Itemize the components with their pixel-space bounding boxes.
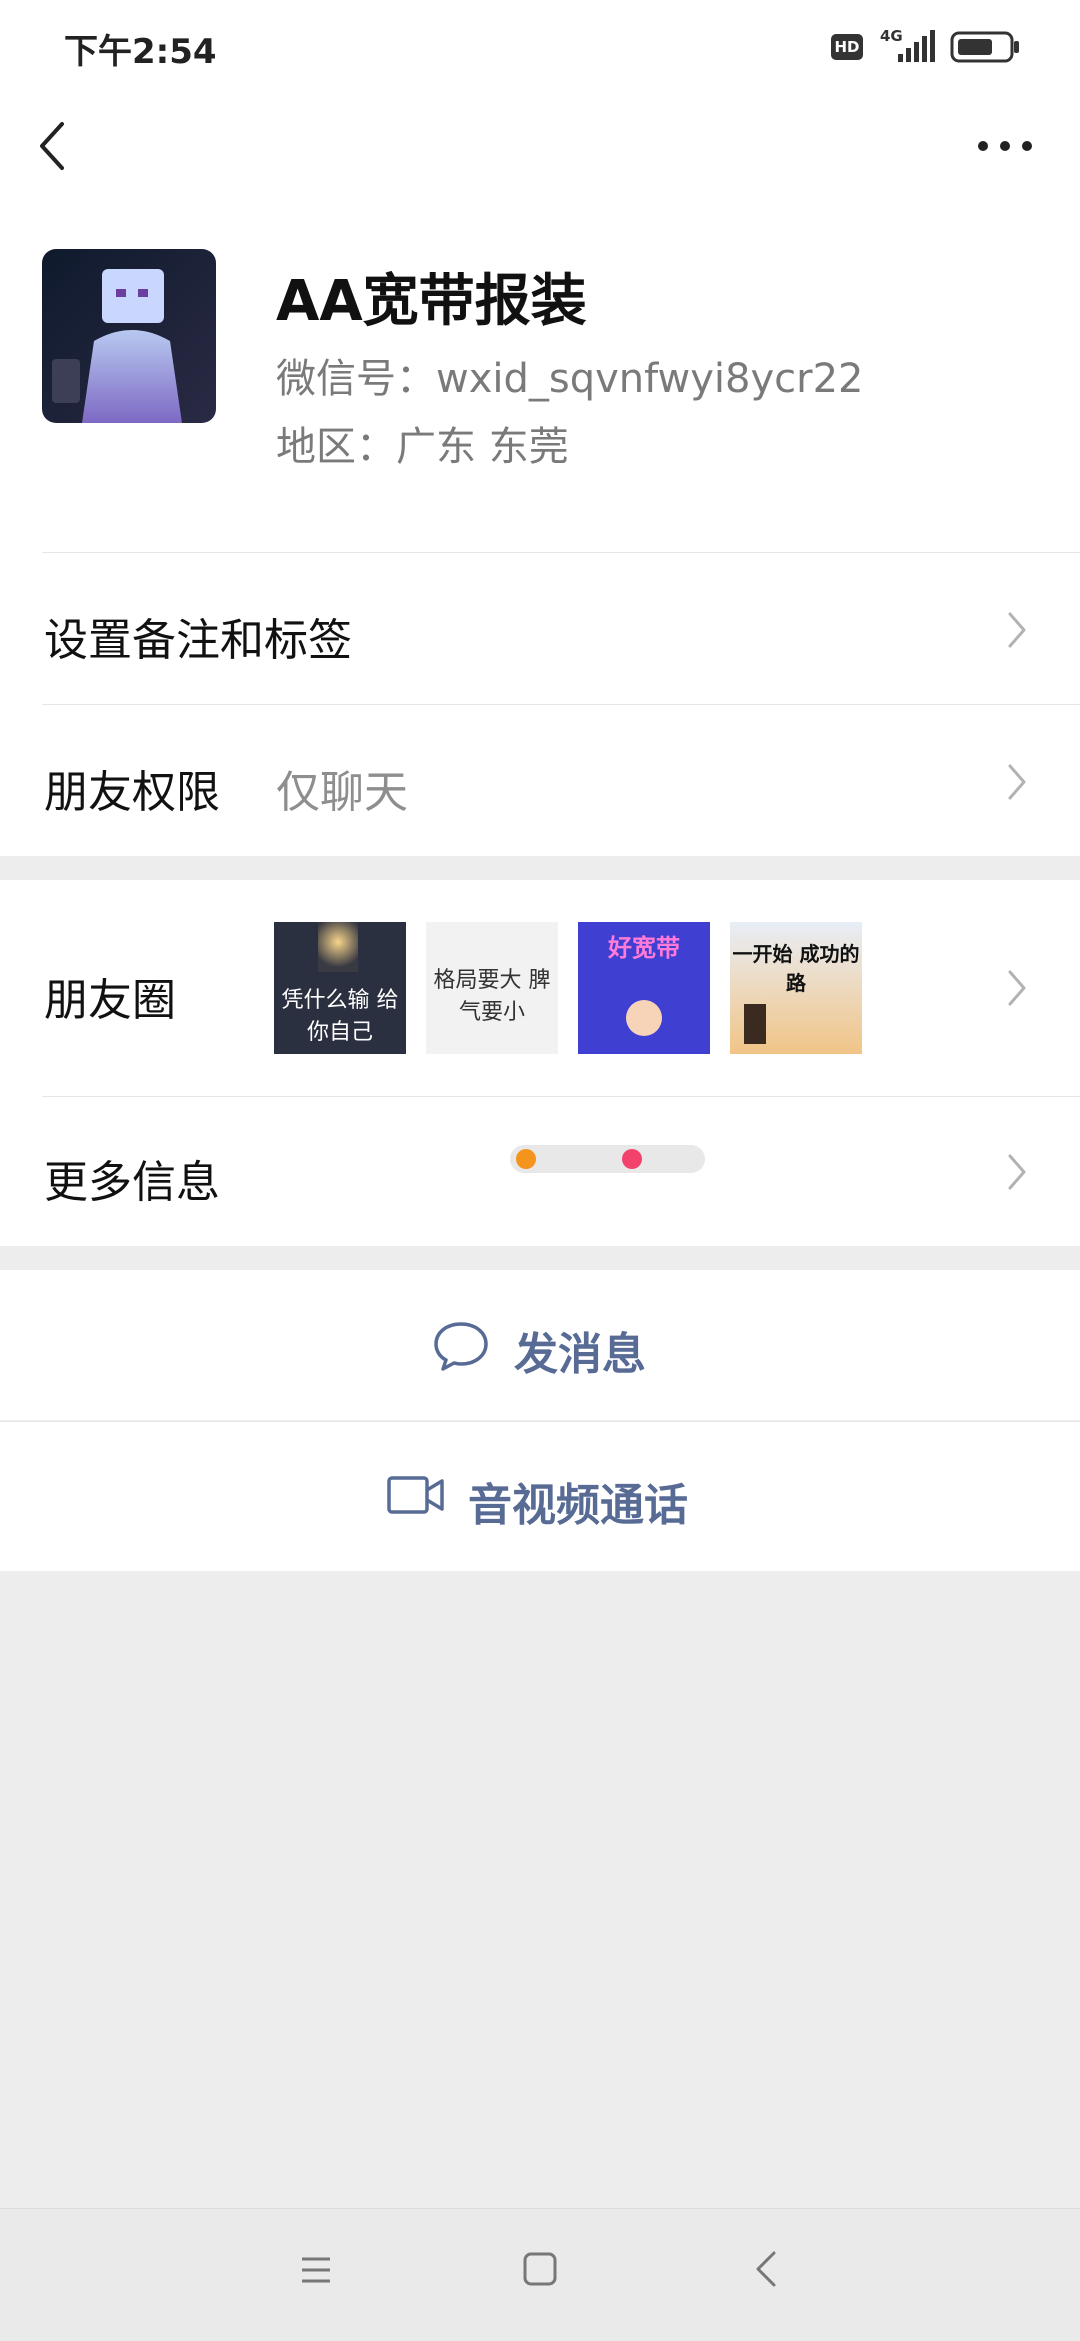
divider — [0, 1421, 1080, 1422]
send-message-button[interactable]: 发消息 — [0, 1270, 1080, 1420]
system-navigation-bar — [0, 2208, 1080, 2341]
moments-row[interactable]: 朋友圈 凭什么输 给你自己 格局要大 脾气要小 好宽带 一开始 成功的路 — [0, 880, 1080, 1096]
chevron-right-icon — [1008, 970, 1026, 1006]
divider — [42, 1096, 1080, 1097]
moments-label: 朋友圈 — [44, 975, 176, 1026]
divider — [42, 552, 1080, 553]
moments-thumb-text: 格局要大 脾气要小 — [433, 968, 551, 1025]
chevron-right-icon — [1008, 612, 1026, 648]
hd-badge: HD — [831, 34, 863, 60]
video-call-button[interactable]: 音视频通话 — [0, 1421, 1080, 1571]
more-info-badge — [510, 1145, 705, 1173]
contact-name: AA宽带报装 — [276, 269, 587, 334]
chevron-left-icon[interactable] — [34, 116, 74, 176]
chat-bubble-icon — [434, 1322, 488, 1371]
contact-profile-screen: 下午2:54 HD 4G AA宽带报装 微信号：wxid_sqvnfwyi8yc… — [0, 0, 1080, 2341]
friend-permission-row[interactable]: 朋友权限 仅聊天 — [0, 704, 1080, 856]
wechat-id: 微信号：wxid_sqvnfwyi8ycr22 — [276, 356, 864, 402]
more-info-label: 更多信息 — [44, 1157, 220, 1208]
moments-thumb: 格局要大 脾气要小 — [426, 922, 558, 1054]
cellular-signal-icon — [898, 30, 935, 62]
chevron-right-icon — [1008, 1154, 1026, 1190]
remark-tags-row[interactable]: 设置备注和标签 — [0, 552, 1080, 704]
remark-tags-label: 设置备注和标签 — [44, 615, 352, 666]
home-square-icon[interactable] — [522, 2251, 558, 2287]
back-triangle-icon[interactable] — [752, 2249, 780, 2289]
moments-thumb: 好宽带 — [578, 922, 710, 1054]
send-message-label: 发消息 — [514, 1329, 646, 1380]
chevron-right-icon — [1008, 764, 1026, 800]
status-time: 下午2:54 — [64, 32, 217, 72]
avatar[interactable] — [42, 249, 216, 423]
menu-icon[interactable] — [298, 2253, 334, 2287]
video-call-label: 音视频通话 — [468, 1480, 688, 1531]
profile-header: AA宽带报装 微信号：wxid_sqvnfwyi8ycr22 地区：广东 东莞 — [0, 200, 1080, 552]
battery-icon — [950, 31, 1019, 63]
friend-permission-label: 朋友权限 — [44, 767, 220, 818]
moments-thumb-text: 好宽带 — [608, 934, 680, 962]
moments-thumb: 一开始 成功的路 — [730, 922, 862, 1054]
moments-thumb-text: 一开始 成功的路 — [732, 942, 860, 995]
moments-thumb: 凭什么输 给你自己 — [274, 922, 406, 1054]
video-camera-icon — [387, 1476, 444, 1514]
status-bar: 下午2:54 HD 4G — [0, 0, 1080, 90]
friend-permission-value: 仅聊天 — [276, 767, 408, 818]
divider — [42, 704, 1080, 705]
nav-bar — [0, 90, 1080, 200]
moments-thumb-text: 凭什么输 给你自己 — [281, 988, 399, 1045]
region: 地区：广东 东莞 — [276, 424, 569, 470]
more-dots-icon[interactable] — [975, 136, 1035, 156]
